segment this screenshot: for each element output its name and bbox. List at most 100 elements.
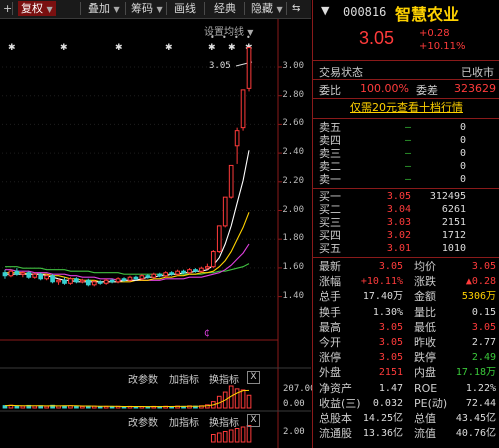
price-tick-label: 2.20 [282, 175, 304, 186]
bid-row: 买一 3.05 312495 [313, 190, 499, 203]
divider [313, 188, 499, 189]
classic-button[interactable]: 经典 [214, 1, 236, 16]
expand-icon[interactable]: ⇆ [292, 1, 300, 16]
chevron-down-icon: ▼ [46, 5, 53, 14]
candle-body [222, 196, 228, 227]
bid-label: 买五 [319, 242, 341, 255]
volume-bar [80, 405, 85, 409]
volume-bar [44, 405, 49, 409]
ask-row: 卖二 — 0 [313, 160, 499, 173]
bid-label: 买四 [319, 229, 341, 242]
stock-name[interactable]: 智慧农业 [395, 1, 459, 25]
candle-body [14, 270, 20, 275]
restore-rights-label: 复权 [21, 2, 43, 15]
bid-price: 3.02 [386, 230, 411, 241]
stat-row: 流通股 13.36亿 流值 40.76亿 [313, 426, 499, 441]
stat-row: 总股本 14.25亿 总值 43.45亿 [313, 411, 499, 426]
edit-params-button[interactable]: 改参数 [128, 371, 158, 386]
add-indicator-button[interactable]: 加指标 [169, 414, 199, 429]
candle-body [240, 89, 246, 129]
stat-row: 今开 3.05 昨收 2.77 [313, 335, 499, 350]
candle-body [169, 272, 174, 275]
restore-rights-button[interactable]: 复权 ▼ [18, 1, 56, 16]
candle-body [210, 251, 216, 268]
stat-value: 3.05 [378, 352, 403, 364]
overlay-button[interactable]: 叠加 ▼ [88, 1, 120, 16]
stat-label: 均价 [414, 260, 436, 273]
stat-row: 最新 3.05 均价 3.05 [313, 259, 499, 274]
indicator-bar [216, 432, 222, 443]
last-price-label: 3.05 [209, 61, 231, 71]
sub-axis-max: 2.00 [283, 427, 305, 437]
candle-body [38, 273, 44, 280]
volume-bar [234, 388, 240, 409]
chips-button[interactable]: 筹码 ▼ [131, 1, 163, 16]
close-icon[interactable]: X [247, 371, 260, 384]
candle-body [127, 276, 133, 281]
cross-icon[interactable]: + [3, 1, 12, 16]
stat-value: 3.05 [378, 321, 403, 333]
draw-line-button[interactable]: 画线 [174, 1, 196, 16]
candle-body [175, 270, 180, 275]
ask-label: 卖二 [319, 160, 341, 173]
stat-row: 外盘 2151 内盘 17.18万 [313, 365, 499, 380]
level10-promo-link[interactable]: 仅需20元查看十档行情 [313, 99, 499, 117]
add-indicator-button[interactable]: 加指标 [169, 371, 199, 386]
indicator-bar [210, 434, 216, 443]
stat-value: 3.05 [378, 261, 403, 272]
edit-params-button[interactable]: 改参数 [128, 414, 158, 429]
price-tick-label: 2.00 [282, 204, 304, 215]
ma-setting-button[interactable]: 设置均线 ▼ [204, 23, 253, 38]
hide-label: 隐藏 [251, 2, 273, 15]
price-tick-label: 2.60 [282, 118, 304, 129]
toolbar-divider [12, 2, 13, 15]
bid-volume: 1010 [441, 243, 466, 254]
stat-row: 涨停 3.05 跌停 2.49 [313, 350, 499, 365]
bid-label: 买三 [319, 216, 341, 229]
ask-row: 卖四 — 0 [313, 134, 499, 147]
bid-label: 买一 [319, 190, 341, 203]
price-tick-label: 1.40 [282, 290, 304, 301]
event-star-icon: ✱ [60, 43, 68, 53]
candle-body [20, 272, 26, 275]
candle-body [109, 279, 115, 283]
switch-indicator-button[interactable]: 换指标 [209, 371, 239, 386]
toolbar-divider [204, 2, 205, 15]
stat-value: 1.30% [372, 306, 403, 318]
menu-down-icon[interactable]: ▼ [321, 4, 329, 17]
volume-indicator-bar: 改参数 加指标 换指标 X [0, 369, 311, 386]
volume-bar [109, 406, 115, 409]
stat-label: 涨幅 [319, 275, 341, 289]
stat-value: 5306万 [461, 291, 496, 303]
ask-label: 卖四 [319, 134, 341, 147]
signal-icon: ₵ [204, 329, 210, 339]
ask-row: 卖一 — 0 [313, 173, 499, 186]
bid-label: 买二 [319, 203, 341, 216]
ask-price: — [404, 148, 411, 159]
stat-label: ROE [414, 381, 438, 395]
toolbar-divider [80, 2, 81, 15]
candle-body [44, 275, 49, 280]
price-tick-label: 1.80 [282, 233, 304, 244]
candle-body [205, 266, 210, 269]
stat-label: 量比 [414, 305, 436, 319]
price-tick-label: 2.80 [282, 89, 304, 100]
price-change: +0.28 [419, 28, 450, 39]
switch-indicator-button[interactable]: 换指标 [209, 414, 239, 429]
hide-button[interactable]: 隐藏 ▼ [251, 1, 283, 16]
stat-row: 收益(三) 0.032 PE(动) 72.44 [313, 396, 499, 411]
price-change-pct: +10.11% [419, 41, 466, 52]
price-tick-label: 1.60 [282, 261, 304, 272]
volume-axis-min: 0.00 [283, 399, 305, 409]
ask-row: 卖三 — 0 [313, 147, 499, 160]
chips-label: 筹码 [131, 2, 153, 15]
close-icon[interactable]: X [247, 414, 260, 427]
stat-label: 今开 [319, 336, 341, 349]
stat-label: 流通股 [319, 427, 352, 441]
event-star-icon: ✱ [115, 43, 123, 53]
stock-code: 000816 [343, 5, 387, 19]
candle-body [163, 272, 169, 277]
ask-volume: 0 [459, 135, 466, 146]
candle-body [181, 270, 186, 274]
ma10-line [5, 212, 250, 283]
